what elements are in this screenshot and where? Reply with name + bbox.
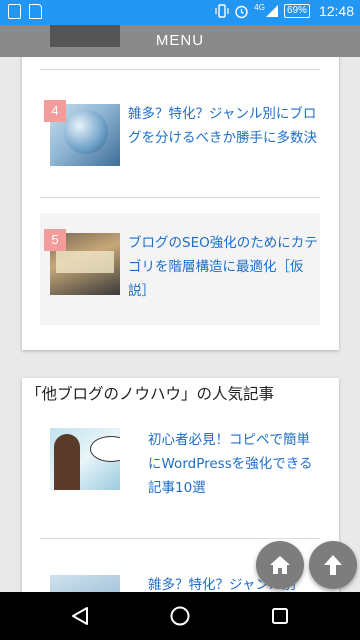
- vibrate-icon: [215, 4, 229, 18]
- network-type-label: 4G: [254, 2, 265, 12]
- home-icon: [270, 556, 290, 574]
- scroll-top-button[interactable]: [309, 541, 357, 589]
- article-title-link[interactable]: 初心者必見！コピペで簡単にWordPressを強化できる記事10選: [148, 428, 320, 500]
- back-triangle-icon: [72, 607, 88, 625]
- status-bar: 4G 69% 12:48: [0, 0, 360, 25]
- image-notification-icon: [8, 4, 21, 19]
- system-navigation-bar: [0, 592, 360, 640]
- popular-item[interactable]: 初心者必見！コピペで簡単にWordPressを強化できる記事10選: [40, 418, 320, 530]
- battery-indicator: 69%: [283, 4, 310, 18]
- clock: 12:48: [318, 3, 354, 19]
- article-title-link[interactable]: ブログのSEO強化のためにカテゴリを階層構造に最適化［仮説］: [128, 231, 320, 303]
- arrow-up-icon: [324, 555, 342, 575]
- home-fab-button[interactable]: [256, 541, 304, 589]
- home-circle-icon: [170, 606, 190, 626]
- article-thumbnail[interactable]: [50, 428, 120, 490]
- section-title: 「他ブログのノウハウ」の人気記事: [26, 385, 275, 403]
- divider: [40, 197, 320, 198]
- rank-badge: 5: [44, 229, 66, 251]
- ranking-item-4[interactable]: 4 雑多？特化？ジャンル別にブログを分けるべきか勝手に多数決: [40, 74, 320, 186]
- ranking-widget: 4 雑多？特化？ジャンル別にブログを分けるべきか勝手に多数決 5 ブログのSEO…: [22, 30, 339, 350]
- recents-square-icon: [272, 608, 288, 624]
- back-button[interactable]: [68, 604, 92, 628]
- scrolled-content-edge: [50, 25, 120, 47]
- ranking-item-5[interactable]: 5 ブログのSEO強化のためにカテゴリを階層構造に最適化［仮説］: [40, 213, 320, 325]
- signal-4g-icon: [265, 5, 278, 17]
- divider: [40, 538, 320, 539]
- recents-button[interactable]: [268, 604, 292, 628]
- menu-label: MENU: [155, 32, 205, 49]
- sd-card-icon: [29, 4, 42, 19]
- alarm-icon: [235, 5, 248, 18]
- divider: [40, 69, 320, 70]
- article-title-link[interactable]: 雑多？特化？ジャンル別にブログを分けるべきか勝手に多数決: [128, 102, 320, 150]
- home-button[interactable]: [168, 604, 192, 628]
- rank-badge: 4: [44, 100, 66, 122]
